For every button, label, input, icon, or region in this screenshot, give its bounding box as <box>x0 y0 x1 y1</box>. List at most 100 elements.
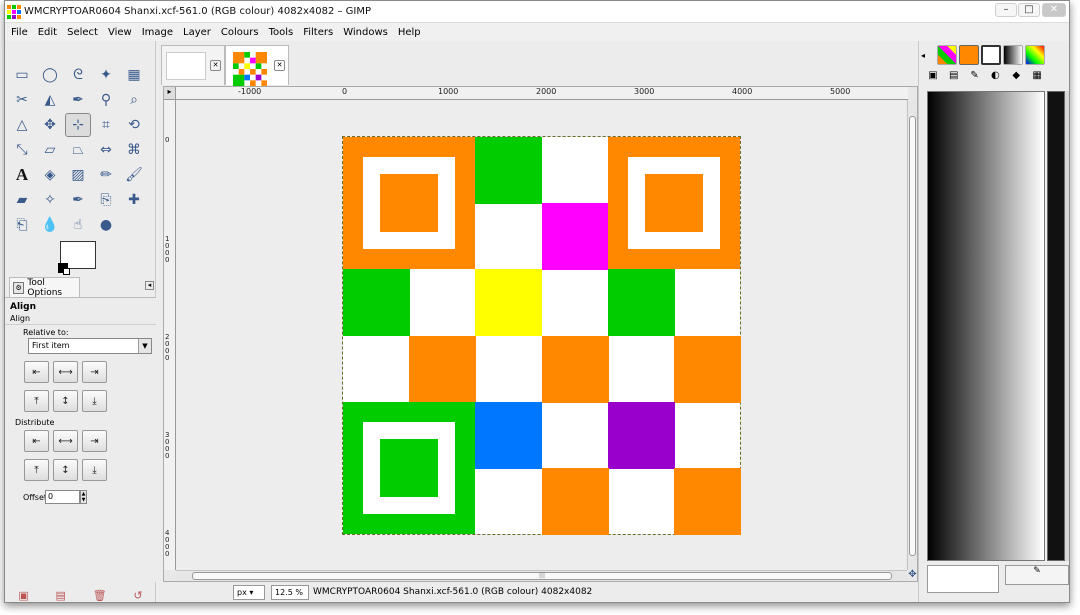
distribute-middle-button[interactable]: ↕ <box>53 459 78 481</box>
restore-options-icon[interactable]: ▤ <box>56 589 66 602</box>
bucket-fill-icon[interactable]: ◈ <box>37 163 63 187</box>
fg-bg-colors[interactable] <box>58 241 108 275</box>
edit-brush-button[interactable]: ✎ <box>1005 565 1069 585</box>
menu-edit[interactable]: Edit <box>38 27 57 38</box>
tab-images-icon[interactable]: ▣ <box>925 70 941 86</box>
offset-stepper[interactable]: ▲ ▼ <box>80 490 87 504</box>
offset-input[interactable]: 0 <box>45 490 80 504</box>
free-select-icon[interactable]: ᘓ <box>65 63 91 87</box>
gradient-list[interactable] <box>1047 91 1065 561</box>
perspective-clone-icon[interactable]: ⎗ <box>9 213 35 237</box>
paths-icon[interactable]: ✒ <box>65 88 91 112</box>
paintbrush-icon[interactable]: 🖌 <box>121 163 147 187</box>
horizontal-scroll-thumb[interactable]: ||| <box>192 572 892 580</box>
unit-select[interactable]: px ▾ <box>233 585 265 600</box>
brush-preview[interactable] <box>927 565 999 593</box>
perspective-icon[interactable]: ⏢ <box>65 138 91 162</box>
menu-view[interactable]: View <box>108 27 132 38</box>
tab-device-icon[interactable]: ▤ <box>946 70 962 86</box>
align-right-button[interactable]: ⇥ <box>82 361 107 383</box>
foreground-select-icon[interactable]: ◭ <box>37 88 63 112</box>
menu-image[interactable]: Image <box>142 27 173 38</box>
menu-colours[interactable]: Colours <box>221 27 259 38</box>
tab-menu-icon[interactable]: ◂ <box>145 281 154 290</box>
clone-icon[interactable]: ⎘ <box>93 188 119 212</box>
gradient-preview[interactable] <box>927 91 1045 561</box>
dock-menu-icon[interactable]: ◂ <box>921 51 930 60</box>
menu-file[interactable]: File <box>11 27 28 38</box>
shear-icon[interactable]: ▱ <box>37 138 63 162</box>
relative-to-dropdown[interactable]: First item ▼ <box>28 338 152 354</box>
menu-select[interactable]: Select <box>67 27 98 38</box>
maximize-button[interactable]: □ <box>1018 3 1040 17</box>
close-icon[interactable]: ✕ <box>210 60 221 71</box>
measure-icon[interactable]: △ <box>9 113 35 137</box>
image-tab-blank[interactable]: ✕ <box>161 45 225 85</box>
text-icon[interactable]: A <box>9 163 35 187</box>
distribute-right-button[interactable]: ⇥ <box>82 430 107 452</box>
pencil-icon[interactable]: ✏ <box>93 163 119 187</box>
vertical-scroll-thumb[interactable] <box>909 116 916 556</box>
rotate-icon[interactable]: ⟲ <box>121 113 147 137</box>
ink-icon[interactable]: ✒ <box>65 188 91 212</box>
distribute-top-button[interactable]: ⤒ <box>24 459 49 481</box>
menu-layer[interactable]: Layer <box>183 27 211 38</box>
vertical-scrollbar[interactable] <box>907 100 917 570</box>
scale-icon[interactable]: ⤡ <box>9 138 35 162</box>
close-button[interactable]: ✕ <box>1042 3 1066 17</box>
dodge-burn-icon[interactable]: ● <box>93 213 119 237</box>
tab-palettes[interactable] <box>1025 45 1045 65</box>
tab-patterns-icon[interactable]: ◆ <box>1008 70 1024 86</box>
crop-icon[interactable]: ⌗ <box>93 113 119 137</box>
tab-fonts-icon[interactable]: ▦ <box>1029 70 1045 86</box>
fuzzy-select-icon[interactable]: ✦ <box>93 63 119 87</box>
zoom-select[interactable]: 12.5 % ▾ <box>271 585 309 602</box>
zoom-icon[interactable]: ⌕ <box>121 88 147 112</box>
tab-brushes-icon[interactable]: ✎ <box>967 70 983 86</box>
distribute-left-button[interactable]: ⇤ <box>24 430 49 452</box>
align-left-button[interactable]: ⇤ <box>24 361 49 383</box>
save-options-icon[interactable]: ▣ <box>18 589 28 602</box>
vertical-ruler[interactable]: 0 1000 2000 3000 4000 <box>164 100 176 570</box>
align-top-button[interactable]: ⤒ <box>24 390 49 412</box>
close-icon[interactable]: ✕ <box>274 60 285 71</box>
cage-icon[interactable]: ⌘ <box>121 138 147 162</box>
menu-help[interactable]: Help <box>398 27 421 38</box>
horizontal-ruler[interactable]: -1000 0 1000 2000 3000 4000 5000 <box>176 87 908 100</box>
tab-channels[interactable] <box>959 45 979 65</box>
delete-options-icon[interactable]: 🗑 <box>93 589 107 602</box>
tab-gradients[interactable] <box>1003 45 1023 65</box>
heal-icon[interactable]: ✚ <box>121 188 147 212</box>
menu-filters[interactable]: Filters <box>303 27 333 38</box>
align-center-button[interactable]: ⟷ <box>53 361 78 383</box>
navigate-icon[interactable]: ✥ <box>907 570 918 581</box>
tab-colors-icon[interactable]: ◐ <box>987 70 1003 86</box>
dock-scrollbar[interactable] <box>1065 91 1069 561</box>
tab-tool-options[interactable]: ⚙ Tool Options <box>9 277 80 298</box>
move-icon[interactable]: ✥ <box>37 113 63 137</box>
ellipse-select-icon[interactable]: ◯ <box>37 63 63 87</box>
menu-tools[interactable]: Tools <box>269 27 294 38</box>
distribute-center-button[interactable]: ⟷ <box>53 430 78 452</box>
blur-icon[interactable]: 💧 <box>37 213 63 237</box>
align-icon[interactable]: ⊹ <box>65 113 91 137</box>
airbrush-icon[interactable]: ✧ <box>37 188 63 212</box>
blend-icon[interactable]: ▨ <box>65 163 91 187</box>
image-tab-active[interactable]: ✕ <box>225 45 289 86</box>
scissors-icon[interactable]: ✂ <box>9 88 35 112</box>
quick-mask-icon[interactable]: ▸ <box>164 87 176 100</box>
minimize-button[interactable]: – <box>995 3 1017 17</box>
tab-layers[interactable] <box>937 45 957 65</box>
tab-paths[interactable] <box>981 45 1001 65</box>
distribute-bottom-button[interactable]: ⤓ <box>82 459 107 481</box>
menu-windows[interactable]: Windows <box>343 27 388 38</box>
horizontal-scrollbar[interactable]: ||| <box>176 570 907 581</box>
align-middle-button[interactable]: ↕ <box>53 390 78 412</box>
reset-options-icon[interactable]: ↺ <box>133 589 142 602</box>
smudge-icon[interactable]: ☝ <box>65 213 91 237</box>
image-layer[interactable] <box>342 136 741 535</box>
flip-icon[interactable]: ⇔ <box>93 138 119 162</box>
align-bottom-button[interactable]: ⤓ <box>82 390 107 412</box>
color-picker-icon[interactable]: ⚲ <box>93 88 119 112</box>
by-color-select-icon[interactable]: ▦ <box>121 63 147 87</box>
